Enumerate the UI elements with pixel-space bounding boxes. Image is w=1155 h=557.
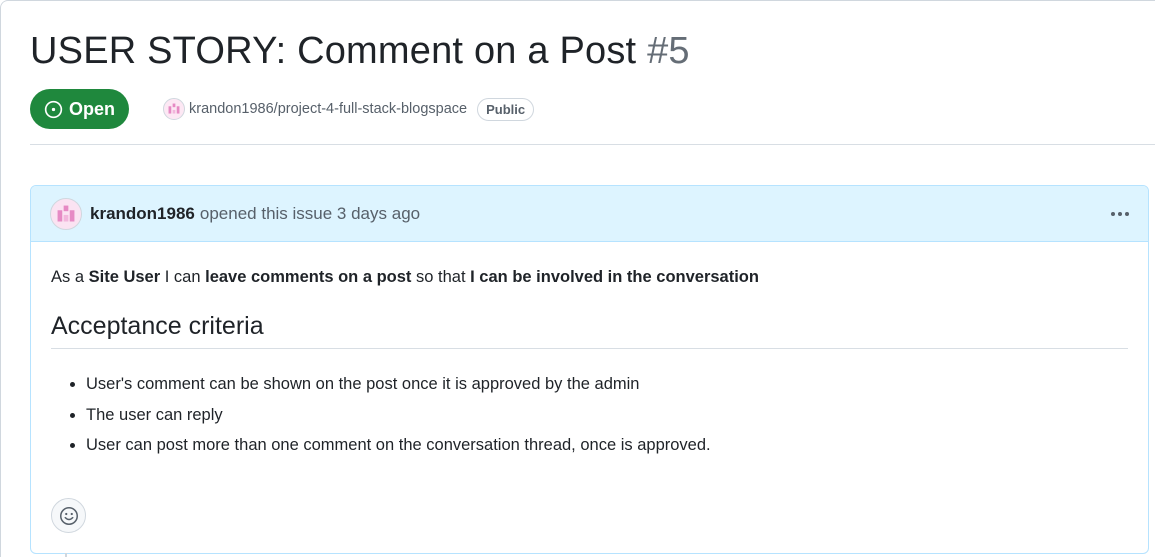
issue-title: USER STORY: Comment on a Post #5 [30,30,690,73]
issue-meta: Open krandon1986/project-4-full-stack-bl… [30,89,1130,129]
header-divider [30,144,1155,145]
state-label: Open [69,98,116,119]
acceptance-heading: Acceptance criteria [51,312,1128,349]
author-avatar[interactable] [50,197,82,230]
timeline-connector [65,553,67,557]
kebab-horizontal-icon[interactable] [1108,203,1132,225]
repo-link[interactable]: krandon1986/project-4-full-stack-blogspa… [189,101,467,117]
state-badge: Open [30,89,130,129]
story-action: leave comments on a post [205,268,412,286]
visibility-badge: Public [477,97,535,121]
story-text: I can [160,268,206,286]
list-item: User can post more than one comment on t… [86,430,1128,461]
story-paragraph: As a Site User I can leave comments on a… [51,266,1128,288]
add-reaction-button[interactable] [51,498,86,533]
list-item: User's comment can be shown on the post … [86,369,1128,400]
issue-title-text: USER STORY: Comment on a Post [30,30,637,72]
comment-body: As a Site User I can leave comments on a… [31,242,1148,461]
story-goal: I can be involved in the conversation [470,268,759,286]
list-item: The user can reply [86,400,1128,431]
issue-comment: krandon1986 opened this issue 3 days ago… [30,185,1149,554]
story-role: Site User [88,268,161,286]
story-text: As a [51,268,89,286]
repo-owner-avatar[interactable] [163,98,186,120]
comment-timestamp: opened this issue 3 days ago [199,203,421,223]
criteria-list: User's comment can be shown on the post … [51,369,1128,461]
story-text: so that [411,268,471,286]
issue-number: #5 [647,30,690,72]
comment-header: krandon1986 opened this issue 3 days ago [31,186,1148,242]
comment-author[interactable]: krandon1986 [90,204,195,224]
smiley-icon [59,506,78,525]
issue-opened-icon [44,100,63,119]
